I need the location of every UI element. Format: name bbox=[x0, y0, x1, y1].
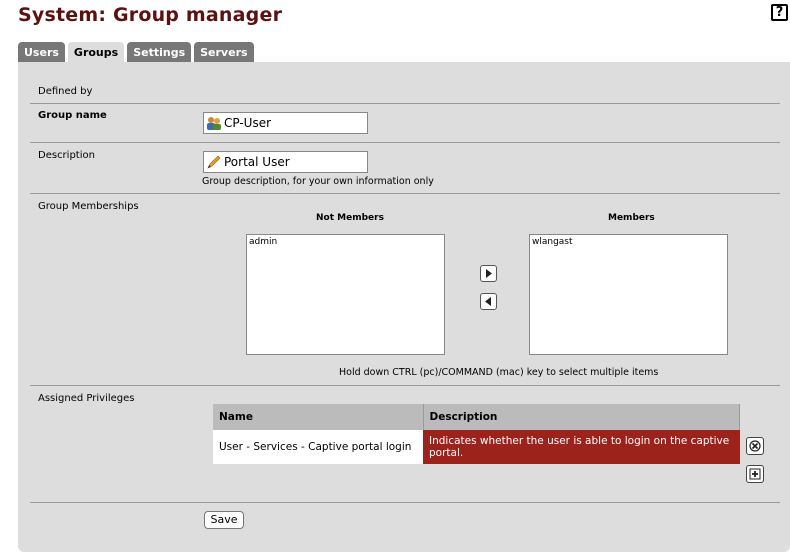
remove-member-button[interactable] bbox=[480, 293, 497, 310]
table-row[interactable]: User - Services - Captive portal login I… bbox=[213, 430, 740, 464]
divider bbox=[30, 193, 780, 194]
assigned-privileges-label: Assigned Privileges bbox=[38, 393, 135, 404]
description-hint: Group description, for your own informat… bbox=[202, 176, 434, 187]
tab-users[interactable]: Users bbox=[18, 42, 65, 63]
group-name-label: Group name bbox=[38, 110, 107, 121]
divider bbox=[30, 103, 780, 104]
tab-groups[interactable]: Groups bbox=[67, 42, 125, 63]
description-value: Portal User bbox=[224, 155, 290, 169]
list-item[interactable]: wlangast bbox=[532, 237, 725, 247]
save-button[interactable]: Save bbox=[204, 511, 244, 529]
privilege-name: User - Services - Captive portal login bbox=[213, 430, 423, 464]
add-member-button[interactable] bbox=[480, 265, 497, 282]
delete-icon bbox=[749, 440, 761, 452]
multi-select-hint: Hold down CTRL (pc)/COMMAND (mac) key to… bbox=[339, 367, 659, 378]
privilege-description: Indicates whether the user is able to lo… bbox=[423, 430, 740, 464]
group-memberships-label: Group Memberships bbox=[38, 201, 139, 212]
group-form-panel: Defined by Group name CP-User Descriptio… bbox=[18, 62, 790, 552]
column-header-name: Name bbox=[213, 404, 424, 430]
description-label: Description bbox=[38, 150, 95, 161]
members-list[interactable]: wlangast bbox=[529, 234, 728, 355]
delete-privilege-button[interactable] bbox=[746, 437, 764, 455]
members-header: Members bbox=[608, 213, 655, 223]
arrow-left-icon bbox=[485, 297, 491, 306]
description-input[interactable]: Portal User bbox=[203, 151, 368, 173]
help-icon[interactable]: ? bbox=[771, 4, 788, 21]
tab-settings[interactable]: Settings bbox=[127, 42, 192, 63]
pencil-icon bbox=[207, 155, 221, 169]
plus-icon bbox=[749, 468, 761, 480]
list-item[interactable]: admin bbox=[249, 237, 442, 247]
tab-servers[interactable]: Servers bbox=[194, 42, 254, 63]
arrow-right-icon bbox=[486, 269, 492, 278]
not-members-list[interactable]: admin bbox=[246, 234, 445, 355]
column-header-description: Description bbox=[423, 404, 740, 430]
defined-by-label: Defined by bbox=[38, 86, 93, 97]
privileges-table: Name Description User - Services - Capti… bbox=[213, 404, 740, 464]
users-icon bbox=[207, 117, 221, 130]
divider bbox=[30, 502, 780, 503]
divider bbox=[30, 142, 780, 143]
group-name-value: CP-User bbox=[224, 116, 272, 130]
page-title: System: Group manager bbox=[18, 4, 283, 26]
divider bbox=[30, 385, 780, 386]
group-name-input[interactable]: CP-User bbox=[203, 112, 368, 134]
tab-bar: Users Groups Settings Servers bbox=[18, 42, 254, 63]
add-privilege-button[interactable] bbox=[746, 465, 764, 483]
not-members-header: Not Members bbox=[316, 213, 384, 223]
table-header-row: Name Description bbox=[213, 404, 740, 430]
